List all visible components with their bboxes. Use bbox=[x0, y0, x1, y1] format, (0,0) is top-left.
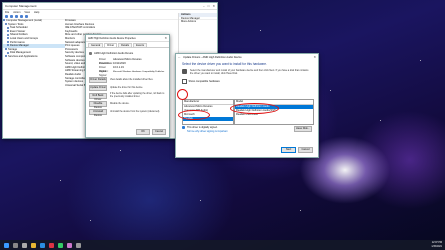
tab-details[interactable]: Details bbox=[118, 43, 133, 47]
clock-time: 12:07 PM bbox=[431, 241, 442, 244]
clock-date: 1/15/2021 bbox=[431, 244, 442, 248]
shield-icon bbox=[182, 126, 185, 129]
speaker-icon bbox=[89, 51, 92, 55]
properties-title: AMD High Definition Audio Device Propert… bbox=[88, 36, 136, 40]
back-icon[interactable] bbox=[5, 15, 8, 18]
menu-file[interactable]: File bbox=[5, 11, 9, 14]
tools-icon bbox=[5, 22, 7, 25]
update-drivers-title: Update Drivers - AMD High Definition Aud… bbox=[183, 55, 242, 59]
button-description: Uninstall the device from the system (Ad… bbox=[110, 110, 160, 113]
search-icon[interactable] bbox=[13, 242, 18, 248]
up-icon[interactable] bbox=[15, 15, 18, 18]
taskbar: 12:07 PM 1/15/2021 bbox=[0, 240, 445, 250]
forward-icon[interactable] bbox=[10, 15, 13, 18]
close-icon[interactable]: ✕ bbox=[212, 4, 215, 8]
console-tree: Computer Management (Local) System Tools… bbox=[3, 19, 65, 138]
tab-driver[interactable]: Driver bbox=[104, 43, 118, 47]
tab-events[interactable]: Events bbox=[133, 43, 148, 47]
help-icon[interactable] bbox=[25, 15, 28, 18]
disable-device-button[interactable]: Disable Device bbox=[89, 101, 107, 109]
browser-icon[interactable] bbox=[40, 242, 45, 248]
annotation-circle-checkbox bbox=[177, 89, 188, 100]
properties-titlebar[interactable]: AMD High Definition Audio Device Propert… bbox=[86, 35, 169, 42]
button-description: View details about the installed driver … bbox=[110, 78, 154, 81]
menu-action[interactable]: Action bbox=[13, 11, 20, 14]
hardware-icon bbox=[182, 69, 187, 74]
minimize-icon[interactable]: – bbox=[203, 4, 205, 8]
button-description: If the device fails after updating the d… bbox=[110, 93, 165, 98]
log-icon bbox=[7, 30, 9, 33]
maximize-icon[interactable]: □ bbox=[208, 4, 210, 8]
back-arrow-icon[interactable]: ← bbox=[178, 55, 181, 59]
folder-icon bbox=[7, 33, 9, 36]
menu-view[interactable]: View bbox=[24, 11, 30, 14]
task-view-icon[interactable] bbox=[22, 242, 27, 248]
dialog-heading: Select the device driver you want to ins… bbox=[182, 62, 267, 66]
mail-icon[interactable] bbox=[58, 242, 63, 248]
tab-general[interactable]: General bbox=[88, 43, 104, 47]
field-row: Digital Signer: Microsoft Windows Hardwar… bbox=[99, 70, 165, 77]
menu-help[interactable]: Help bbox=[34, 11, 39, 14]
annotation-circle-model bbox=[230, 103, 279, 114]
uninstall-device-button[interactable]: Uninstall Device bbox=[89, 109, 107, 117]
users-icon bbox=[7, 37, 9, 40]
store-icon[interactable] bbox=[49, 242, 54, 248]
driver-details-button[interactable]: Driver Details bbox=[89, 77, 107, 83]
close-icon[interactable]: ✕ bbox=[313, 55, 316, 59]
properties-dialog: AMD High Definition Audio Device Propert… bbox=[85, 34, 170, 138]
annotation-circle-manufacturer bbox=[178, 110, 210, 120]
performance-icon bbox=[7, 40, 9, 43]
computer-icon bbox=[3, 19, 5, 22]
cm-titlebar[interactable]: Computer Management – □ ✕ bbox=[3, 3, 217, 10]
button-description: Update the driver for this device. bbox=[110, 86, 144, 89]
services-icon bbox=[5, 55, 7, 58]
system-tray[interactable]: 12:07 PM 1/15/2021 bbox=[431, 241, 442, 248]
have-disk-button[interactable]: Have Disk... bbox=[294, 126, 312, 132]
file-explorer-icon[interactable] bbox=[31, 242, 36, 248]
settings-icon[interactable] bbox=[76, 242, 81, 248]
device-name: AMD High Definition Audio Device bbox=[94, 51, 134, 55]
driver-signing-link[interactable]: Tell me why driver signing is important bbox=[187, 130, 227, 133]
update-driver-button[interactable]: Update Driver bbox=[89, 85, 107, 91]
storage-icon bbox=[5, 48, 7, 51]
clock-icon bbox=[7, 26, 9, 29]
actions-item[interactable]: More Actions bbox=[179, 20, 217, 24]
button-description: Disable the device. bbox=[110, 102, 130, 105]
disk-icon bbox=[7, 51, 9, 54]
dialog-description: Select the manufacturer and model of you… bbox=[190, 69, 309, 75]
cancel-button[interactable]: Cancel bbox=[152, 129, 166, 135]
ok-button[interactable]: OK bbox=[136, 129, 150, 135]
cancel-button[interactable]: Cancel bbox=[298, 147, 313, 153]
tree-item[interactable]: Services and Applications bbox=[3, 55, 65, 59]
device-manager-icon bbox=[7, 44, 9, 47]
cm-title: Computer Management bbox=[5, 4, 37, 8]
show-compatible-label: Show compatible hardware bbox=[188, 79, 220, 83]
signed-note: This driver is digitally signed. bbox=[187, 126, 218, 129]
start-icon[interactable] bbox=[4, 242, 9, 248]
next-button[interactable]: Next bbox=[281, 147, 296, 153]
show-compatible-checkbox[interactable] bbox=[182, 79, 187, 84]
roll-back-driver-button[interactable]: Roll Back Driver bbox=[89, 93, 107, 101]
close-icon[interactable]: ✕ bbox=[164, 36, 167, 40]
properties-icon[interactable] bbox=[20, 15, 23, 18]
app-icon[interactable] bbox=[67, 242, 72, 248]
